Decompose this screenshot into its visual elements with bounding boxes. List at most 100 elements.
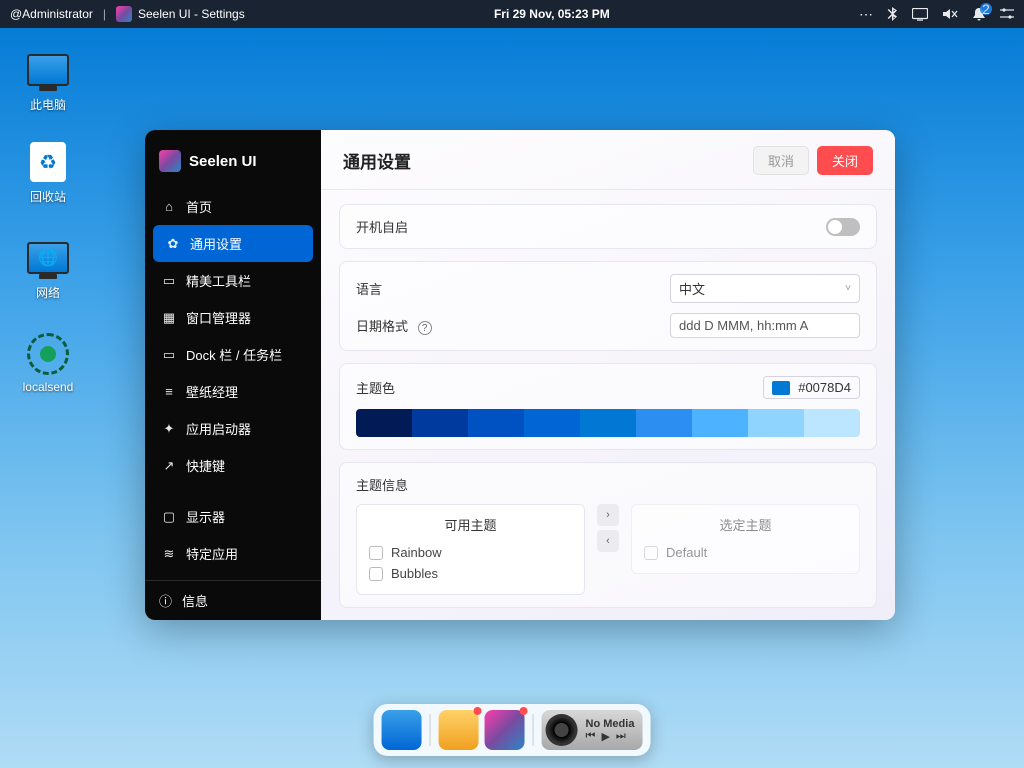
theme-item[interactable]: Bubbles (367, 563, 574, 584)
dock-item-seelen[interactable] (485, 710, 525, 750)
notification-dot (474, 707, 482, 715)
card-autostart: 开机自启 (339, 204, 877, 249)
computer-icon (27, 54, 69, 86)
palette-swatch[interactable] (524, 409, 580, 437)
dateformat-input[interactable]: ddd D MMM, hh:mm A (670, 313, 860, 338)
sidebar-title: Seelen UI (189, 153, 257, 170)
themeinfo-label: 主题信息 (356, 475, 860, 494)
autostart-label: 开机自启 (356, 217, 826, 236)
sidebar-item-launcher[interactable]: ✦应用启动器 (145, 410, 321, 447)
tray-bluetooth-icon[interactable] (887, 7, 898, 21)
language-select[interactable]: 中文 ˅ (670, 274, 860, 303)
language-label: 语言 (356, 279, 670, 298)
link-icon: ↗ (162, 458, 176, 474)
desktop-icon-this-pc[interactable]: 此电脑 (12, 48, 84, 113)
toolbar-icon: ▭ (162, 273, 176, 289)
sidebar-item-info[interactable]: ⓘ信息 (145, 580, 321, 620)
media-prev-icon[interactable]: ⏮ (586, 730, 596, 743)
selected-themes: 选定主题 Default (631, 504, 860, 574)
color-swatch (772, 381, 790, 395)
panel-body[interactable]: 开机自启 语言 中文 ˅ 日期格式 ? ddd D (321, 190, 895, 620)
rocket-icon: ✦ (162, 421, 176, 437)
dock-separator (430, 714, 431, 746)
sidebar-logo-icon (159, 150, 181, 172)
media-play-icon[interactable]: ▶ (601, 730, 609, 743)
card-theme-info: 主题信息 可用主题 RainbowBubbles › ‹ 选定主题 Defaul… (339, 462, 877, 608)
desktop-icon-recycle[interactable]: ♻ 回收站 (12, 140, 84, 205)
close-button[interactable]: 关闭 (817, 146, 873, 175)
chevron-down-icon: ˅ (845, 283, 851, 294)
dock-icon: ▭ (162, 347, 176, 363)
checkbox[interactable] (369, 546, 383, 560)
palette-swatch[interactable] (748, 409, 804, 437)
menubar: @Administrator | Seelen UI - Settings Fr… (0, 0, 1024, 28)
content-panel: 通用设置 取消 关闭 开机自启 语言 中文 ˅ (321, 130, 895, 620)
media-title: No Media (586, 718, 635, 730)
layers-icon: ≡ (162, 384, 176, 399)
content-header: 通用设置 取消 关闭 (321, 130, 895, 190)
sidebar: Seelen UI ⌂首页 ✿通用设置 ▭精美工具栏 ▦窗口管理器 ▭Dock … (145, 130, 321, 620)
move-left-button[interactable]: ‹ (597, 530, 619, 552)
media-next-icon[interactable]: ⏭ (616, 730, 626, 743)
dock-media-widget[interactable]: No Media ⏮ ▶ ⏭ (542, 710, 643, 750)
sidebar-item-toolbar[interactable]: ▭精美工具栏 (145, 262, 321, 299)
sidebar-item-monitors[interactable]: ▢显示器 (145, 498, 321, 535)
palette-swatch[interactable] (692, 409, 748, 437)
card-locale: 语言 中文 ˅ 日期格式 ? ddd D MMM, hh:mm A (339, 261, 877, 351)
tray-notifications-icon[interactable]: 2 (972, 7, 986, 21)
sidebar-item-window-manager[interactable]: ▦窗口管理器 (145, 299, 321, 336)
sidebar-item-apps[interactable]: ≋特定应用 (145, 535, 321, 572)
transfer-buttons: › ‹ (597, 504, 619, 552)
menubar-separator: | (103, 7, 106, 21)
themecolor-label: 主题色 (356, 378, 763, 397)
dock: No Media ⏮ ▶ ⏭ (374, 704, 651, 756)
tray-more-icon[interactable]: ⋯ (859, 6, 873, 23)
sidebar-item-home[interactable]: ⌂首页 (145, 188, 321, 225)
palette-swatch[interactable] (356, 409, 412, 437)
apps-icon: ≋ (162, 546, 176, 562)
palette-swatch[interactable] (412, 409, 468, 437)
menubar-clock[interactable]: Fri 29 Nov, 05:23 PM (245, 7, 859, 21)
menubar-user[interactable]: @Administrator (10, 7, 93, 21)
cancel-button[interactable]: 取消 (753, 146, 809, 175)
tray-badge: 2 (980, 3, 992, 15)
sidebar-item-wallpaper[interactable]: ≡壁纸经理 (145, 373, 321, 410)
page-title: 通用设置 (343, 148, 753, 173)
palette-swatch[interactable] (468, 409, 524, 437)
dock-item-explorer[interactable] (439, 710, 479, 750)
recycle-icon: ♻ (30, 142, 66, 182)
checkbox[interactable] (369, 567, 383, 581)
grid-icon: ▦ (162, 310, 176, 326)
dock-separator (533, 714, 534, 746)
network-icon (27, 242, 69, 274)
palette-swatch[interactable] (636, 409, 692, 437)
palette-swatch[interactable] (580, 409, 636, 437)
themecolor-value[interactable]: #0078D4 (763, 376, 860, 399)
notification-dot (520, 707, 528, 715)
sidebar-item-general[interactable]: ✿通用设置 (153, 225, 313, 262)
desktop-icon-network[interactable]: 网络 (12, 236, 84, 301)
move-right-button[interactable]: › (597, 504, 619, 526)
media-art-icon (546, 714, 578, 746)
theme-item[interactable]: Default (642, 542, 849, 563)
localsend-icon (27, 333, 69, 375)
menubar-app-title: Seelen UI - Settings (138, 7, 245, 21)
theme-item[interactable]: Rainbow (367, 542, 574, 563)
home-icon: ⌂ (162, 199, 176, 214)
info-icon: ⓘ (159, 591, 172, 610)
help-icon[interactable]: ? (418, 321, 432, 335)
sidebar-item-dock[interactable]: ▭Dock 栏 / 任务栏 (145, 336, 321, 373)
color-palette (356, 409, 860, 437)
palette-swatch[interactable] (804, 409, 860, 437)
settings-window: Seelen UI ⌂首页 ✿通用设置 ▭精美工具栏 ▦窗口管理器 ▭Dock … (145, 130, 895, 620)
available-themes: 可用主题 RainbowBubbles (356, 504, 585, 595)
desktop-icon-localsend[interactable]: localsend (12, 332, 84, 394)
available-header: 可用主题 (367, 515, 574, 534)
tray-settings-icon[interactable] (1000, 7, 1014, 21)
sidebar-item-shortcuts[interactable]: ↗快捷键 (145, 447, 321, 484)
dock-item-desktop[interactable] (382, 710, 422, 750)
tray-monitor-icon[interactable] (912, 8, 928, 21)
autostart-toggle[interactable] (826, 218, 860, 236)
tray-volume-mute-icon[interactable] (942, 7, 958, 21)
checkbox[interactable] (644, 546, 658, 560)
